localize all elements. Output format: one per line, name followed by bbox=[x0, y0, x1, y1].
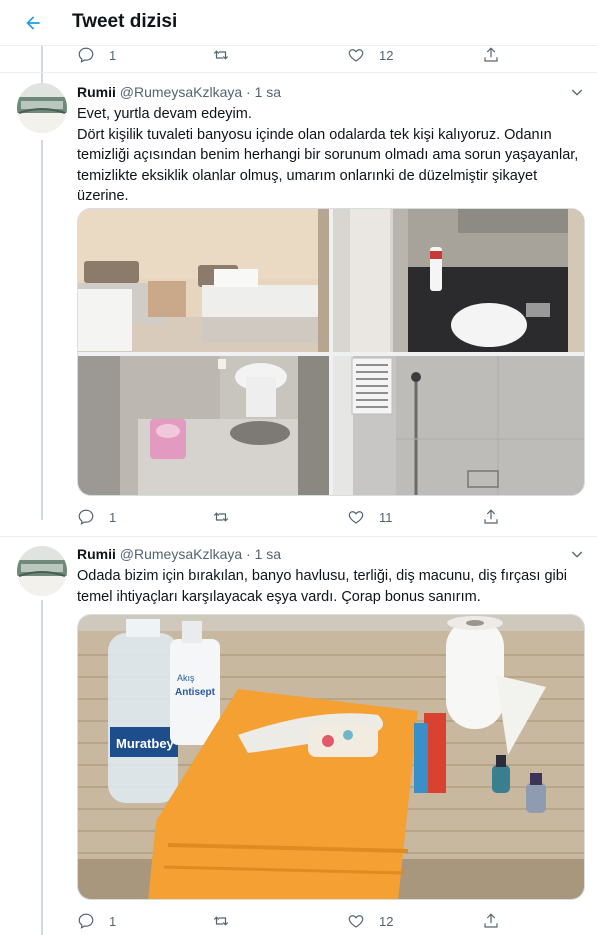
tweet-text-line: Dört kişilik tuvaleti banyosu içinde ola… bbox=[77, 126, 579, 205]
bathroom-sink-photo[interactable] bbox=[333, 209, 585, 352]
reply-count: 1 bbox=[109, 47, 117, 63]
tweet-text: Evet, yurtla devam edeyim. Dört kişilik … bbox=[77, 104, 587, 207]
tweet-text-line: Odada bizim için bırakılan, banyo havlus… bbox=[77, 568, 568, 605]
tweet-header: Rumii @RumeysaKzlkaya · 1 sa bbox=[77, 546, 281, 562]
author-name[interactable]: Rumii bbox=[77, 546, 116, 562]
avatar[interactable] bbox=[17, 546, 67, 596]
disinfectant-brand: Akış bbox=[177, 673, 195, 683]
author-name[interactable]: Rumii bbox=[77, 84, 116, 100]
shower-photo[interactable] bbox=[333, 356, 585, 496]
arrow-left-icon bbox=[26, 16, 40, 30]
media-grid[interactable] bbox=[77, 208, 585, 496]
retweet-icon bbox=[213, 916, 229, 926]
reply-button[interactable]: 1 bbox=[77, 909, 116, 933]
separator bbox=[0, 72, 597, 73]
retweet-icon bbox=[213, 50, 229, 60]
thread-connector-line bbox=[41, 600, 43, 935]
reply-button[interactable]: 1 bbox=[77, 43, 116, 67]
top-bar: Tweet dizisi bbox=[0, 0, 597, 46]
author-handle[interactable]: @RumeysaKzlkaya bbox=[120, 84, 242, 100]
share-button[interactable] bbox=[482, 43, 500, 67]
disinfectant-label: Antisept bbox=[175, 687, 216, 698]
previous-tweet-actions: 1 12 bbox=[0, 43, 597, 67]
reply-count: 1 bbox=[109, 913, 117, 929]
share-button[interactable] bbox=[482, 909, 500, 933]
author-handle[interactable]: @RumeysaKzlkaya bbox=[120, 546, 242, 562]
retweet-button[interactable] bbox=[212, 505, 230, 529]
heart-icon bbox=[348, 49, 364, 62]
tweet-text-line: Evet, yurtla devam edeyim. bbox=[77, 106, 252, 122]
reply-icon bbox=[78, 913, 94, 929]
like-button[interactable]: 11 bbox=[347, 505, 393, 529]
tweet-1-actions: 1 11 bbox=[0, 505, 597, 529]
bottle-label: Muratbey bbox=[116, 736, 175, 751]
dot-separator: · bbox=[246, 546, 251, 562]
reply-button[interactable]: 1 bbox=[77, 505, 116, 529]
timestamp[interactable]: 1 sa bbox=[255, 84, 281, 100]
toilet-photo[interactable] bbox=[78, 356, 329, 496]
share-icon bbox=[484, 47, 498, 62]
heart-icon bbox=[348, 511, 364, 524]
like-button[interactable]: 12 bbox=[347, 909, 393, 933]
like-count: 11 bbox=[379, 509, 393, 525]
share-icon bbox=[484, 913, 498, 928]
tweet-text: Odada bizim için bırakılan, banyo havlus… bbox=[77, 566, 587, 607]
like-count: 12 bbox=[379, 47, 394, 63]
heart-icon bbox=[348, 915, 364, 928]
reply-icon bbox=[78, 509, 94, 525]
reply-icon bbox=[78, 47, 94, 63]
share-icon bbox=[484, 509, 498, 524]
chevron-down-icon[interactable] bbox=[569, 546, 585, 562]
thread-connector-line bbox=[41, 140, 43, 520]
page-title: Tweet dizisi bbox=[72, 11, 178, 32]
dot-separator: · bbox=[246, 84, 251, 100]
timestamp[interactable]: 1 sa bbox=[255, 546, 281, 562]
share-button[interactable] bbox=[482, 505, 500, 529]
reply-count: 1 bbox=[109, 509, 117, 525]
chevron-down-icon[interactable] bbox=[569, 84, 585, 100]
media-image[interactable]: Muratbey Akış Antisept bbox=[77, 614, 585, 900]
retweet-button[interactable] bbox=[212, 909, 230, 933]
retweet-icon bbox=[213, 512, 229, 522]
separator bbox=[0, 536, 597, 537]
like-button[interactable]: 12 bbox=[347, 43, 393, 67]
avatar[interactable] bbox=[17, 83, 67, 133]
retweet-button[interactable] bbox=[212, 43, 230, 67]
tweet-header: Rumii @RumeysaKzlkaya · 1 sa bbox=[77, 84, 281, 100]
dorm-bedroom-photo[interactable] bbox=[78, 209, 329, 352]
tweet-2-actions: 1 12 bbox=[0, 909, 597, 933]
back-button[interactable] bbox=[18, 8, 48, 38]
like-count: 12 bbox=[379, 913, 394, 929]
